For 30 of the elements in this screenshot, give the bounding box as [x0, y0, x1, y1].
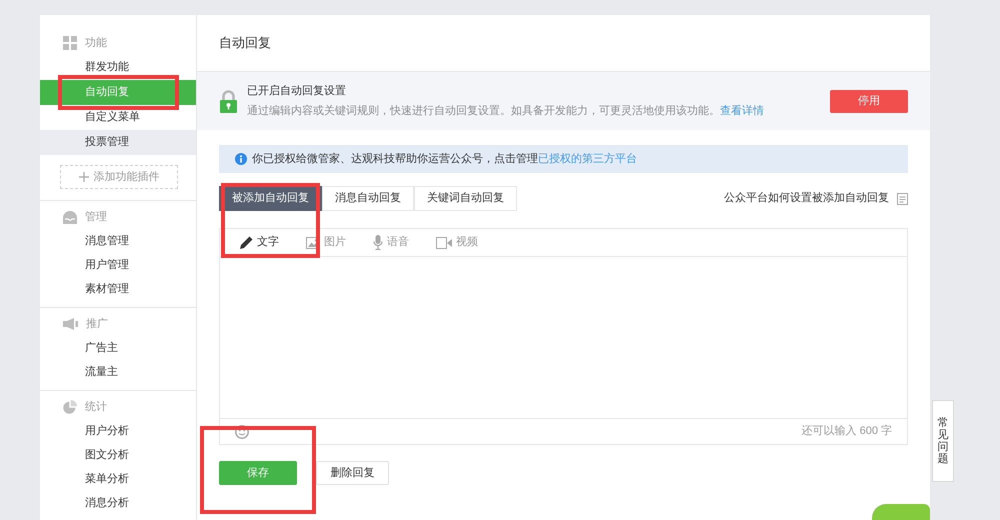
- char-counter: 还可以输入 600 字: [802, 424, 892, 440]
- photo-placeholder: [872, 504, 930, 520]
- video-camera-icon: [436, 236, 452, 248]
- document-icon: [897, 192, 908, 204]
- help-link[interactable]: 公众平台如何设置被添加自动回复: [724, 190, 908, 207]
- notice-text: 你已授权给微管家、达观科技帮助你运营公众号，点击管理已授权的第三方平台: [252, 152, 637, 167]
- disable-button[interactable]: 停用: [830, 90, 908, 112]
- pie-chart-icon: [63, 400, 77, 414]
- info-icon: [235, 153, 247, 165]
- status-title: 已开启自动回复设置: [247, 84, 347, 99]
- editor-tool-tab[interactable]: 文字: [240, 234, 279, 251]
- sidebar-section-title: 推广: [86, 316, 108, 332]
- microphone-icon: [373, 235, 383, 250]
- smiley-icon: [235, 424, 249, 438]
- plus-icon: [78, 172, 88, 182]
- inbox-icon: [63, 210, 77, 224]
- pencil-icon: [240, 236, 253, 249]
- status-description: 通过编辑内容或关键词规则，快速进行自动回复设置。如具备开发能力，可更灵活地使用该功能。查看详情: [247, 104, 765, 118]
- grid-icon: [63, 36, 77, 50]
- lock-icon: [220, 90, 237, 112]
- delete-reply-button[interactable]: 删除回复: [316, 461, 389, 485]
- sidebar-item[interactable]: 投票管理: [40, 130, 196, 155]
- faq-side-tab[interactable]: 常见问题: [932, 400, 954, 482]
- megaphone-icon: [63, 318, 78, 330]
- reply-type-tab[interactable]: 消息自动回复: [322, 186, 414, 211]
- sidebar-section-title: 管理: [85, 210, 107, 225]
- page-title: 自动回复: [219, 34, 271, 52]
- sidebar-section-title: 统计: [85, 400, 107, 415]
- sidebar-section-title: 功能: [85, 36, 107, 51]
- reply-type-tab[interactable]: 关键词自动回复: [414, 186, 517, 211]
